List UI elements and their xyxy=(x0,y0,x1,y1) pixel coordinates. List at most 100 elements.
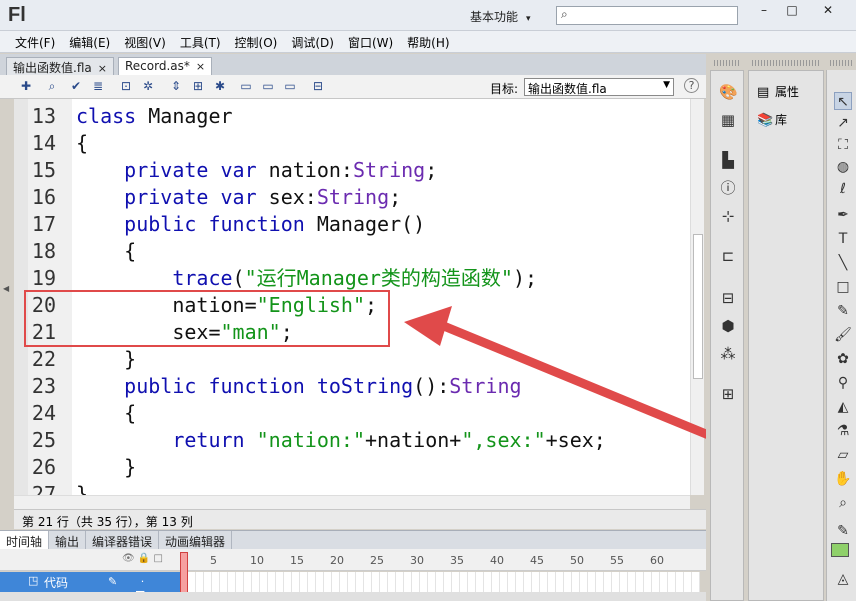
code-text[interactable]: } xyxy=(76,454,136,481)
frame-tick: 30 xyxy=(410,554,424,567)
project-icon[interactable]: ⊞ xyxy=(719,385,737,403)
timeline-tabs: 时间轴 输出 编译器错误 动画编辑器 xyxy=(0,530,706,549)
eraser-tool-icon[interactable]: ▱ xyxy=(834,446,852,464)
maximize-button[interactable]: □ xyxy=(778,0,806,21)
remove-comment-icon[interactable]: ▭ xyxy=(282,78,298,94)
code-text[interactable]: trace("运行Manager类的构造函数"); xyxy=(76,265,537,292)
collapse-between-icon[interactable]: ⇕ xyxy=(168,78,184,94)
selection-tool-icon[interactable]: ↖ xyxy=(834,92,852,110)
properties-tab[interactable]: ▤ 属性 xyxy=(757,83,799,100)
brush-tool-icon[interactable]: 🖌 xyxy=(834,326,852,344)
code-text[interactable]: { xyxy=(76,238,136,265)
line-number: 27 xyxy=(31,482,56,495)
frame-cells[interactable] xyxy=(188,572,700,592)
expand-all-icon[interactable]: ✱ xyxy=(212,78,228,94)
close-button[interactable]: ✕ xyxy=(806,0,850,21)
fill-color-swatch[interactable] xyxy=(831,543,849,557)
menu-help[interactable]: 帮助(H) xyxy=(400,31,456,52)
tab-record-as[interactable]: Record.as* × xyxy=(118,57,213,75)
code-text[interactable]: return "nation:"+nation+",sex:"+sex; xyxy=(76,427,606,454)
show-hide-toolbox-icon[interactable]: ⊟ xyxy=(310,78,326,94)
code-text[interactable]: public function Manager() xyxy=(76,211,425,238)
code-text[interactable]: private var sex:String; xyxy=(76,184,401,211)
frame-ruler[interactable]: 1 5 10 15 20 25 30 35 40 45 50 55 60 xyxy=(180,549,700,571)
workspace-switcher[interactable]: 基本功能 ▾ xyxy=(470,8,531,25)
code-snippets-panel-icon[interactable]: ⊟ xyxy=(719,289,737,307)
menu-window[interactable]: 窗口(W) xyxy=(341,31,400,52)
info-icon[interactable]: ⓘ xyxy=(719,179,737,197)
check-syntax-icon[interactable]: ✔ xyxy=(68,78,84,94)
target-select[interactable]: 输出函数值.fla ▼ xyxy=(524,78,674,96)
stroke-color-tool-icon[interactable]: ✎ xyxy=(834,522,852,540)
code-hint-icon[interactable]: ⊡ xyxy=(118,78,134,94)
code-text[interactable]: public function toString():String xyxy=(76,373,521,400)
subselection-tool-icon[interactable]: ↗ xyxy=(834,114,852,132)
eyedropper-tool-icon[interactable]: ⚗ xyxy=(834,422,852,440)
close-icon[interactable]: × xyxy=(196,60,205,73)
line-tool-icon[interactable]: ╲ xyxy=(834,254,852,272)
panel-grip[interactable] xyxy=(830,60,852,66)
tab-fla[interactable]: 输出函数值.fla × xyxy=(6,57,114,75)
paint-bucket-tool-icon[interactable]: ◭ xyxy=(834,398,852,416)
tab-compiler-errors[interactable]: 编译器错误 xyxy=(86,531,160,549)
code-text[interactable]: { xyxy=(76,130,88,157)
transform-icon[interactable]: ⊹ xyxy=(719,207,737,225)
tab-motion-editor[interactable]: 动画编辑器 xyxy=(159,531,233,549)
zoom-tool-icon[interactable]: ⌕ xyxy=(834,494,852,512)
panel-dock: 🎨 ▦ ▙ ⓘ ⊹ ⊏ ⊟ ⬢ ⁂ ⊞ xyxy=(710,70,744,601)
code-text[interactable]: } xyxy=(76,481,88,495)
debug-options-icon[interactable]: ✲ xyxy=(140,78,156,94)
align-icon[interactable]: ▙ xyxy=(719,151,737,169)
panel-grip[interactable] xyxy=(752,60,820,66)
help-search-input[interactable]: ⌕ xyxy=(556,6,738,25)
add-statement-icon[interactable]: ✚ xyxy=(18,78,34,94)
free-transform-tool-icon[interactable]: ⛶ xyxy=(834,136,852,154)
tab-output[interactable]: 输出 xyxy=(49,531,87,549)
find-icon[interactable]: ⌕ xyxy=(44,78,60,94)
minimize-button[interactable]: – xyxy=(750,0,778,21)
left-panel-handle[interactable]: ◀ xyxy=(0,99,14,529)
code-text[interactable]: private var nation:String; xyxy=(76,157,437,184)
text-tool-icon[interactable]: T xyxy=(834,230,852,248)
menu-file[interactable]: 文件(F) xyxy=(8,31,62,52)
help-icon[interactable]: ? xyxy=(684,78,699,93)
swatches-icon[interactable]: ▦ xyxy=(719,111,737,129)
horizontal-scrollbar[interactable] xyxy=(14,495,690,509)
menu-edit[interactable]: 编辑(E) xyxy=(62,31,117,52)
3d-rotation-tool-icon[interactable]: ◍ xyxy=(834,158,852,176)
menu-view[interactable]: 视图(V) xyxy=(117,31,173,52)
fill-color-tool-icon[interactable]: ◬ xyxy=(834,570,852,588)
components-icon[interactable]: ⊏ xyxy=(719,247,737,265)
frame-tick: 10 xyxy=(250,554,264,567)
menu-control[interactable]: 控制(O) xyxy=(228,31,285,52)
collapse-arrow-icon[interactable]: ◀ xyxy=(3,284,9,293)
menu-tools[interactable]: 工具(T) xyxy=(173,31,228,52)
scroll-thumb[interactable] xyxy=(693,234,703,379)
chevron-down-icon: ▾ xyxy=(526,14,531,24)
rectangle-tool-icon[interactable]: □ xyxy=(834,278,852,296)
deco-tool-icon[interactable]: ✿ xyxy=(834,350,852,368)
hand-tool-icon[interactable]: ✋ xyxy=(834,470,852,488)
apply-line-comment-icon[interactable]: ▭ xyxy=(260,78,276,94)
code-text[interactable]: class Manager xyxy=(76,103,233,130)
layer-row-code[interactable]: ◳ 代码 ✎ · · ■ xyxy=(0,572,180,601)
code-text[interactable]: } xyxy=(76,346,136,373)
vertical-scrollbar[interactable] xyxy=(690,99,704,495)
pencil-tool-icon[interactable]: ✎ xyxy=(834,302,852,320)
pen-tool-icon[interactable]: ✒ xyxy=(834,206,852,224)
collapse-selection-icon[interactable]: ⊞ xyxy=(190,78,206,94)
code-text[interactable]: { xyxy=(76,400,136,427)
motion-presets-icon[interactable]: ⁂ xyxy=(719,345,737,363)
auto-format-icon[interactable]: ≣ xyxy=(90,78,106,94)
bone-tool-icon[interactable]: ⚲ xyxy=(834,374,852,392)
apply-block-comment-icon[interactable]: ▭ xyxy=(238,78,254,94)
panel-grip[interactable] xyxy=(714,60,740,66)
color-icon[interactable]: 🎨 xyxy=(719,83,738,101)
tab-timeline[interactable]: 时间轴 xyxy=(0,531,50,549)
menu-debug[interactable]: 调试(D) xyxy=(284,31,341,52)
layer-visibility-lock-icons[interactable]: 👁 🔒 □ xyxy=(122,553,163,564)
close-icon[interactable]: × xyxy=(98,62,107,75)
library-tab[interactable]: 📚 库 xyxy=(757,111,787,128)
3d-icon[interactable]: ⬢ xyxy=(719,317,737,335)
lasso-tool-icon[interactable]: ℓ xyxy=(834,180,852,198)
